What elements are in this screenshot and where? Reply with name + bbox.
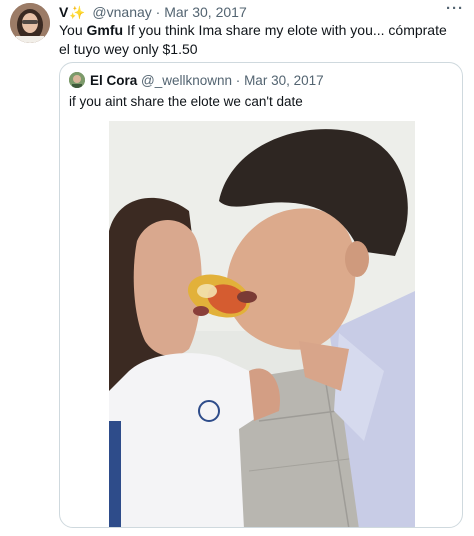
quoted-tweet-text: if you aint share the elote we can't dat… <box>69 94 303 109</box>
quoted-date[interactable]: Mar 30, 2017 <box>244 73 324 88</box>
tweet-header: V✨ @vnanay · Mar 30, 2017 <box>59 3 247 22</box>
quoted-handle[interactable]: @_wellknownn <box>141 73 232 88</box>
user-handle[interactable]: @vnanay <box>92 4 151 20</box>
display-name[interactable]: V <box>59 4 68 20</box>
tweet-text-start: You <box>59 22 87 38</box>
quoted-tweet-card[interactable]: El Cora @_wellknownn · Mar 30, 2017 if y… <box>59 62 463 528</box>
quoted-avatar[interactable] <box>69 72 85 88</box>
separator-dot: · <box>155 4 161 20</box>
quoted-header: El Cora @_wellknownn · Mar 30, 2017 <box>90 72 324 89</box>
quoted-separator-dot: · <box>235 73 241 88</box>
quoted-photo[interactable] <box>109 121 415 527</box>
avatar[interactable] <box>10 3 50 43</box>
tweet-date[interactable]: Mar 30, 2017 <box>164 4 247 20</box>
tweet-text: You Gmfu If you think Ima share my elote… <box>59 21 459 58</box>
quoted-display-name[interactable]: El Cora <box>90 73 137 88</box>
sparkle-emoji-icon: ✨ <box>69 5 86 20</box>
mention-text: Gmfu <box>86 22 124 38</box>
tweet[interactable]: V✨ @vnanay · Mar 30, 2017 ··· You Gmfu I… <box>0 0 474 536</box>
more-options-icon[interactable]: ··· <box>446 1 464 16</box>
